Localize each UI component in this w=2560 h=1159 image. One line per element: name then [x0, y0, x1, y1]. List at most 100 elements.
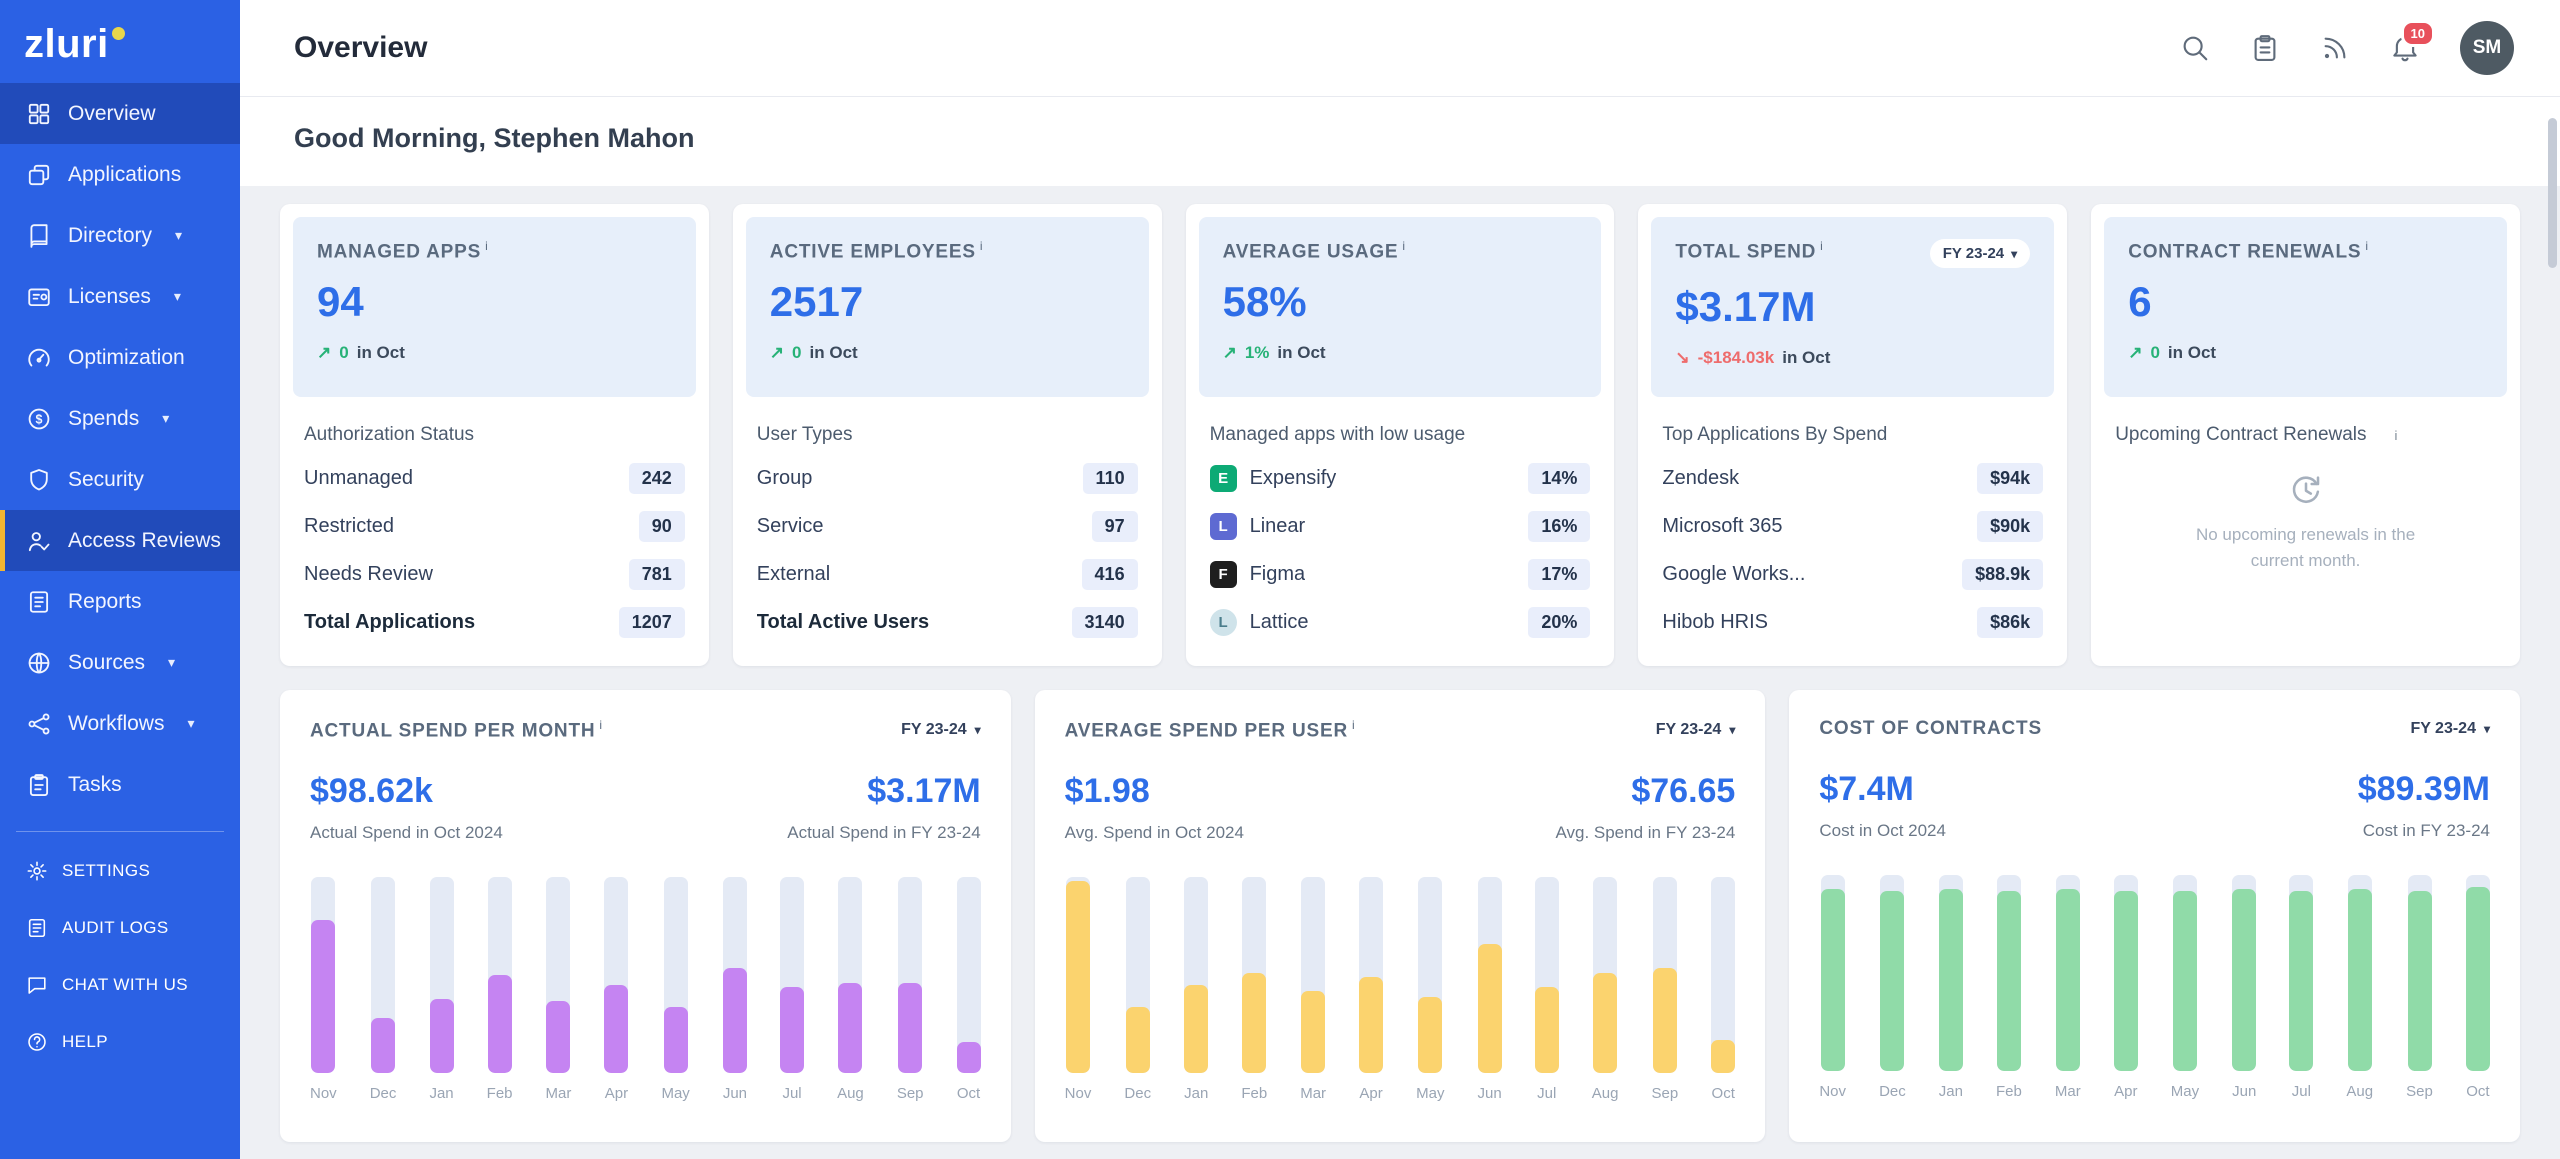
info-icon[interactable]: i: [485, 239, 488, 253]
table-row[interactable]: Google Works... $88.9k: [1662, 550, 2043, 598]
fy-select[interactable]: FY 23-24 ▾: [901, 721, 981, 739]
sidebar-item-settings[interactable]: SETTINGS: [0, 842, 240, 899]
bar-track[interactable]: [1359, 877, 1383, 1073]
sidebar-item-sources[interactable]: Sources ▾: [0, 632, 240, 693]
bar-month-label: Apr: [605, 1085, 628, 1102]
avatar[interactable]: SM: [2460, 21, 2514, 75]
sidebar-item-overview[interactable]: Overview: [0, 83, 240, 144]
bar-track[interactable]: [1301, 877, 1325, 1073]
bar-track[interactable]: [1535, 877, 1559, 1073]
sidebar-item-chat-with-us[interactable]: CHAT WITH US: [0, 956, 240, 1013]
shield-icon: [26, 467, 52, 493]
bar-track[interactable]: [1653, 877, 1677, 1073]
bar-track[interactable]: [1242, 877, 1266, 1073]
bar-track[interactable]: [957, 877, 981, 1073]
trend-down-icon: ↘: [1675, 348, 1689, 368]
sidebar-item-directory[interactable]: Directory ▾: [0, 205, 240, 266]
table-row-total: Total Active Users 3140: [757, 598, 1138, 646]
scrollbar-thumb[interactable]: [2548, 118, 2557, 268]
bar-track[interactable]: [1939, 875, 1963, 1071]
bar-track[interactable]: [430, 877, 454, 1073]
sidebar-item-security[interactable]: Security: [0, 449, 240, 510]
bar-track[interactable]: [311, 877, 335, 1073]
sidebar-item-help[interactable]: HELP: [0, 1013, 240, 1070]
info-icon[interactable]: i: [2395, 428, 2398, 443]
info-icon[interactable]: i: [2365, 239, 2368, 253]
bar-column: Jun: [1478, 877, 1502, 1102]
info-icon[interactable]: i: [980, 239, 983, 253]
trend-suffix: in Oct: [357, 343, 405, 363]
bar-track[interactable]: [2289, 875, 2313, 1071]
notifications-bell-icon[interactable]: 10: [2390, 33, 2420, 63]
bar-track[interactable]: [1880, 875, 1904, 1071]
bar-fill: [1301, 991, 1325, 1073]
bar-track[interactable]: [1711, 877, 1735, 1073]
bar-track[interactable]: [2114, 875, 2138, 1071]
bar-track[interactable]: [838, 877, 862, 1073]
bar-track[interactable]: [1593, 877, 1617, 1073]
sidebar-item-optimization[interactable]: Optimization: [0, 327, 240, 388]
bar-track[interactable]: [664, 877, 688, 1073]
sidebar-item-reports[interactable]: Reports: [0, 571, 240, 632]
bar-track[interactable]: [780, 877, 804, 1073]
table-row[interactable]: Zendesk $94k: [1662, 454, 2043, 502]
bar-track[interactable]: [1418, 877, 1442, 1073]
sidebar-item-access-reviews[interactable]: Access Reviews: [0, 510, 240, 571]
clipboard-icon[interactable]: [2250, 33, 2280, 63]
sidebar-item-tasks[interactable]: Tasks: [0, 754, 240, 815]
managed-apps-value: 94: [317, 278, 672, 326]
zluri-logo[interactable]: zluri: [0, 0, 240, 83]
bar-track[interactable]: [1821, 875, 1845, 1071]
sidebar-item-workflows[interactable]: Workflows ▾: [0, 693, 240, 754]
sidebar-item-audit-logs[interactable]: AUDIT LOGS: [0, 899, 240, 956]
bar-column: Nov: [310, 877, 337, 1102]
app-usage-row[interactable]: F Figma 17%: [1210, 550, 1591, 598]
spend-value-pill: $88.9k: [1962, 559, 2043, 590]
bar-track[interactable]: [2466, 875, 2490, 1071]
table-row[interactable]: Microsoft 365 $90k: [1662, 502, 2043, 550]
app-usage-row[interactable]: L Linear 16%: [1210, 502, 1591, 550]
fy-select[interactable]: FY 23-24 ▾: [1930, 239, 2030, 268]
bar-fill: [898, 983, 922, 1073]
info-icon[interactable]: i: [599, 718, 602, 732]
rss-icon[interactable]: [2320, 33, 2350, 63]
row-value-pill: 416: [1082, 559, 1138, 590]
sidebar-item-licenses[interactable]: Licenses ▾: [0, 266, 240, 327]
bar-track[interactable]: [371, 877, 395, 1073]
bar-track[interactable]: [1997, 875, 2021, 1071]
bar-track[interactable]: [1126, 877, 1150, 1073]
bar-track[interactable]: [898, 877, 922, 1073]
app-usage-row[interactable]: L Lattice 20%: [1210, 598, 1591, 646]
bar-track[interactable]: [2173, 875, 2197, 1071]
sidebar-item-applications[interactable]: Applications: [0, 144, 240, 205]
search-icon[interactable]: [2180, 33, 2210, 63]
bar-track[interactable]: [546, 877, 570, 1073]
info-icon[interactable]: i: [1352, 718, 1355, 732]
bar-track[interactable]: [1478, 877, 1502, 1073]
sidebar-item-label: Sources: [68, 651, 145, 675]
contract-renewals-value: 6: [2128, 278, 2483, 326]
chevron-down-icon: ▾: [174, 288, 181, 305]
bar-track[interactable]: [2348, 875, 2372, 1071]
bar-track[interactable]: [1184, 877, 1208, 1073]
bar-track[interactable]: [2232, 875, 2256, 1071]
bar-track[interactable]: [1066, 877, 1090, 1073]
fy-select[interactable]: FY 23-24 ▾: [2410, 720, 2490, 738]
sidebar-item-spends[interactable]: $ Spends ▾: [0, 388, 240, 449]
bar-month-label: May: [1416, 1085, 1444, 1102]
bar-track[interactable]: [2408, 875, 2432, 1071]
average-usage-summary: AVERAGE USAGEi 58% ↗ 1% in Oct: [1199, 217, 1602, 397]
logo-dot: [112, 27, 125, 40]
bar-track[interactable]: [488, 877, 512, 1073]
total-spend-value: $3.17M: [1675, 283, 2030, 331]
table-row[interactable]: Hibob HRIS $86k: [1662, 598, 2043, 646]
info-icon[interactable]: i: [1402, 239, 1405, 253]
bar-track[interactable]: [723, 877, 747, 1073]
fy-select[interactable]: FY 23-24 ▾: [1656, 721, 1736, 739]
sidebar-item-label: SETTINGS: [62, 861, 150, 881]
app-usage-row[interactable]: E Expensify 14%: [1210, 454, 1591, 502]
info-icon[interactable]: i: [1820, 239, 1823, 253]
bar-track[interactable]: [2056, 875, 2080, 1071]
bar-fill: [2114, 891, 2138, 1071]
bar-track[interactable]: [604, 877, 628, 1073]
